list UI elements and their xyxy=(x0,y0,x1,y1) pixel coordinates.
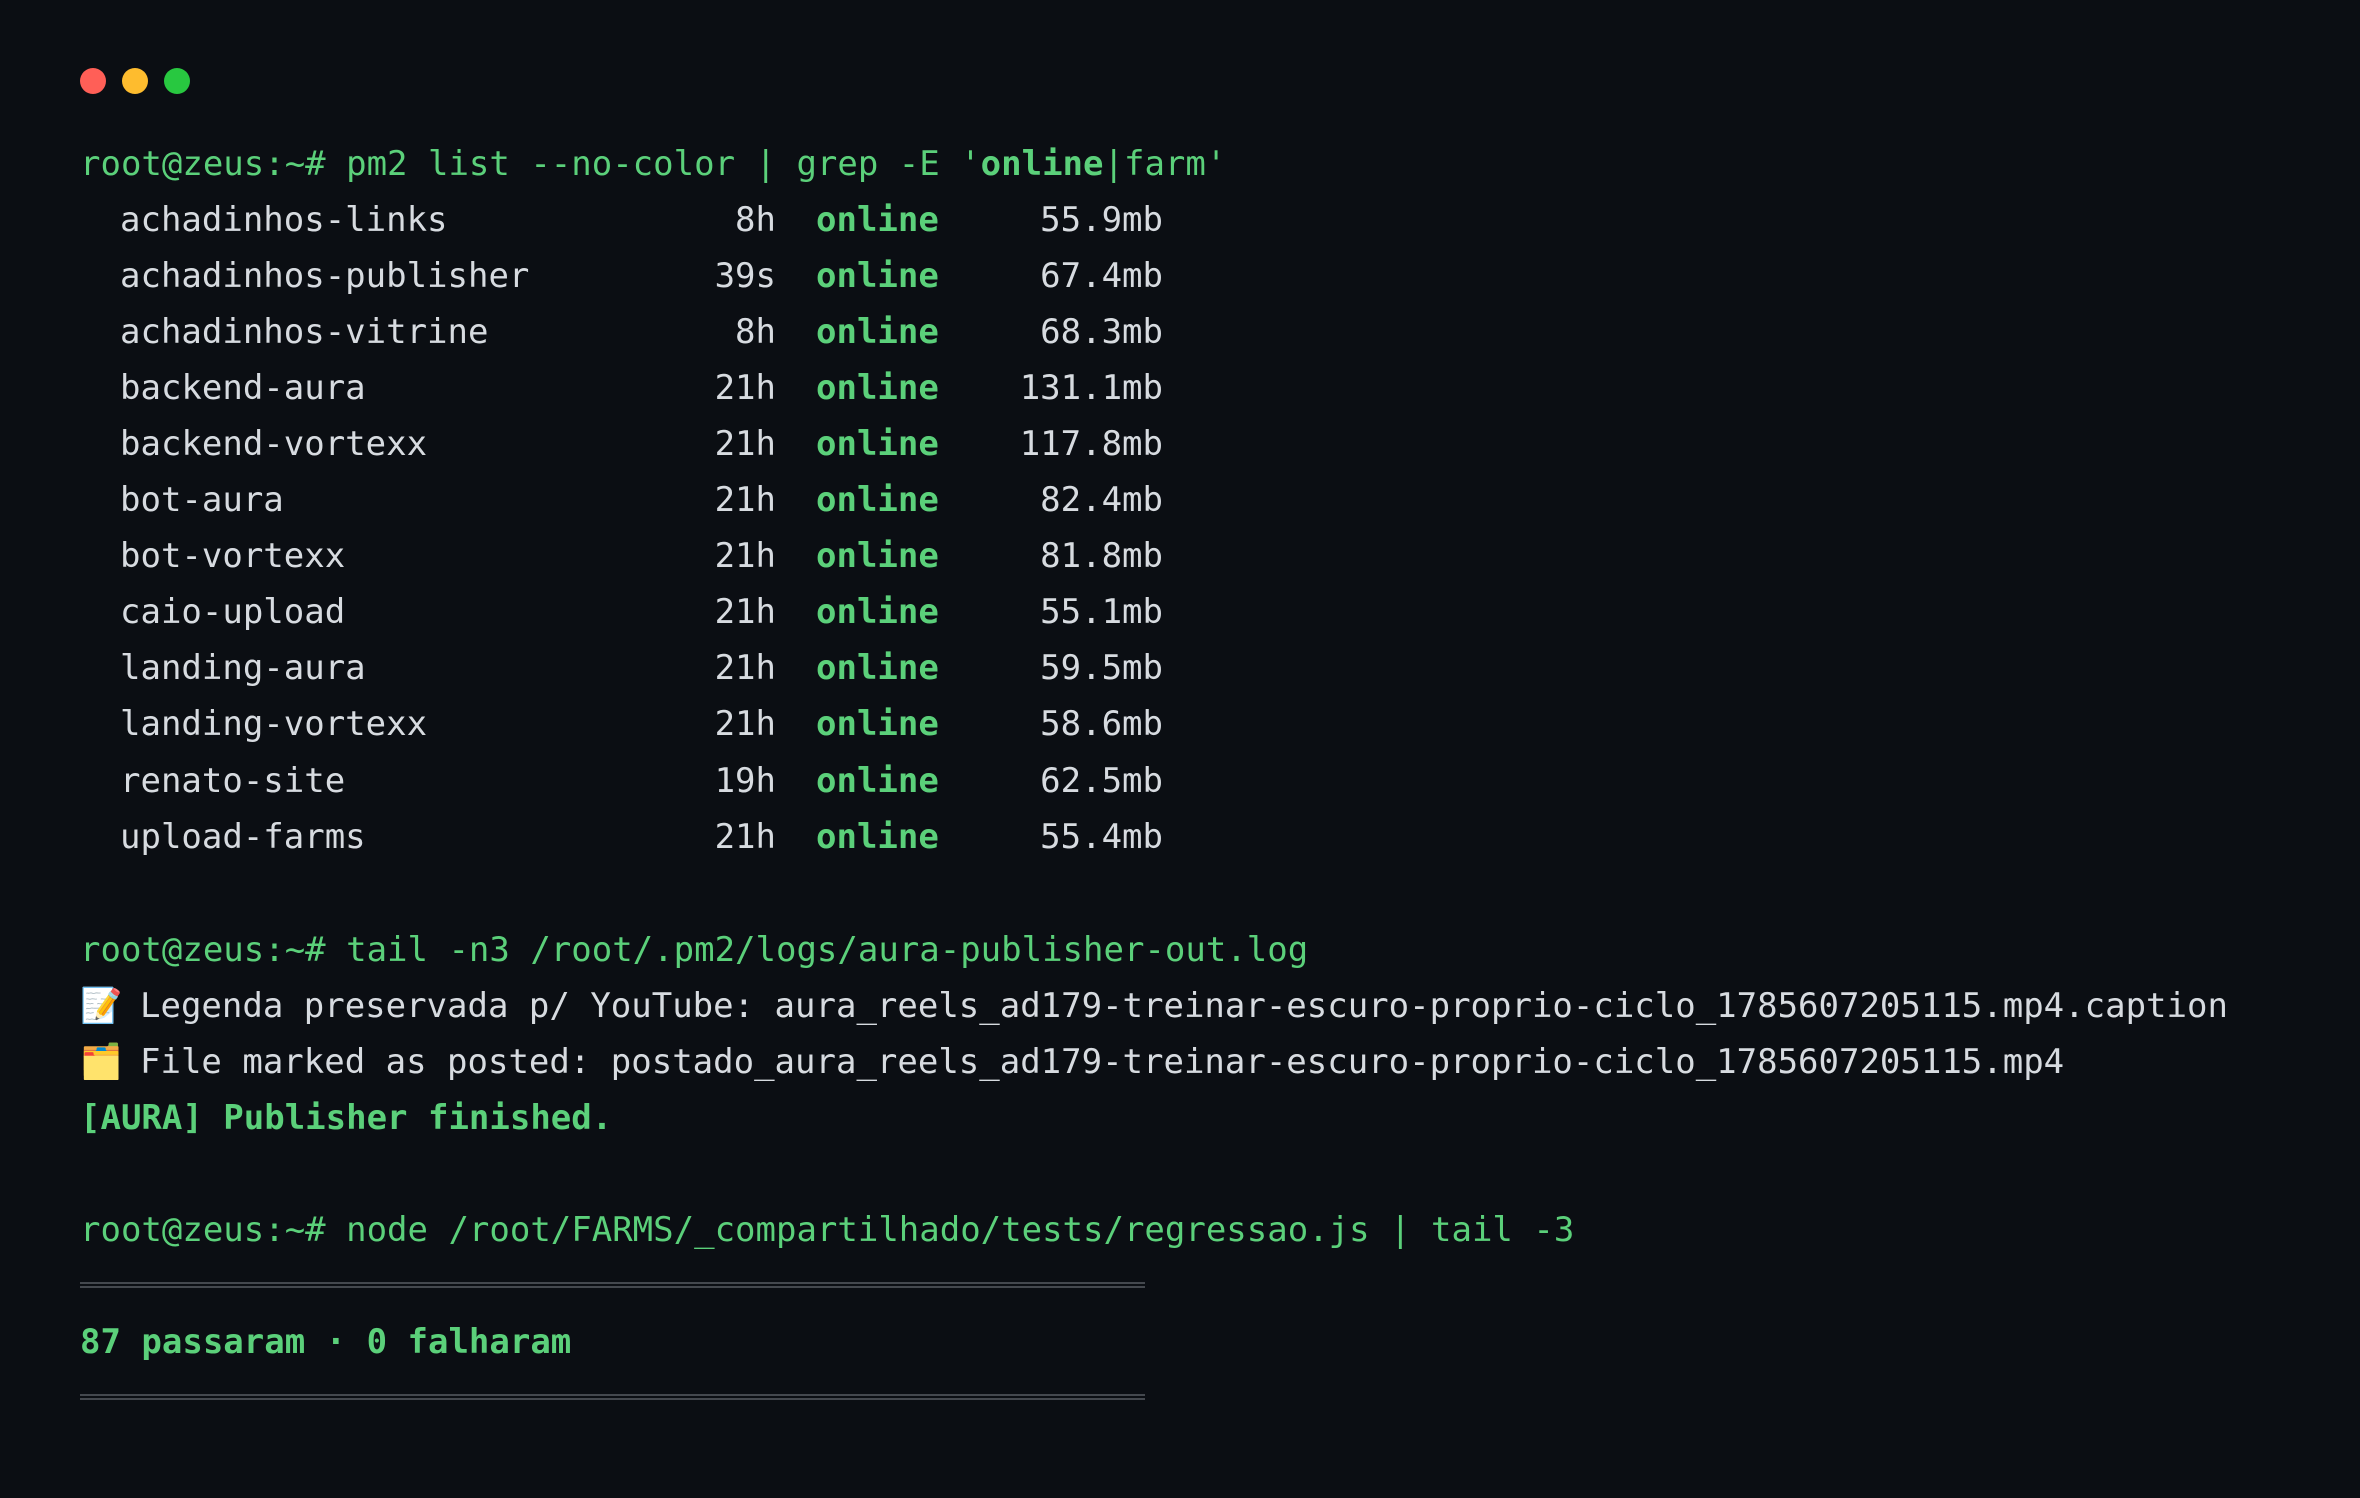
process-memory: 59.5mb xyxy=(1040,648,1163,688)
process-memory: 82.4mb xyxy=(1040,480,1163,520)
shell-prompt: root@zeus:~# xyxy=(80,144,326,184)
process-memory: 68.3mb xyxy=(1040,312,1163,352)
maximize-window-button[interactable] xyxy=(164,68,190,94)
command-text: pm2 list --no-color | grep -E ' xyxy=(325,144,981,184)
process-row: backend-vortexx 21h online 117.8mb xyxy=(120,416,1220,472)
process-row: achadinhos-links 8h online 55.9mb xyxy=(120,192,1220,248)
shell-prompt: root@zeus:~# xyxy=(80,1210,326,1250)
process-memory: 55.9mb xyxy=(1040,200,1163,240)
process-memory: 62.5mb xyxy=(1040,761,1163,801)
process-row: bot-vortexx 21h online 81.8mb xyxy=(120,528,1220,584)
log-text: Legenda preservada p/ YouTube: aura_reel… xyxy=(140,986,2228,1026)
process-memory: 117.8mb xyxy=(1019,424,1163,464)
process-memory: 55.4mb xyxy=(1040,817,1163,857)
process-memory: 58.6mb xyxy=(1040,704,1163,744)
card-index-dividers-icon: 🗂️ xyxy=(80,1042,123,1082)
log-line: 📝 Legenda preservada p/ YouTube: aura_ree… xyxy=(80,978,2228,1034)
separator-rule xyxy=(80,1394,1145,1400)
close-window-button[interactable] xyxy=(80,68,106,94)
separator-rule xyxy=(80,1282,1145,1288)
memo-icon: 📝 xyxy=(80,986,123,1026)
process-row: upload-farms 21h online 55.4mb xyxy=(120,809,1220,865)
command-line: root@zeus:~# node /root/FARMS/_compartil… xyxy=(80,1202,1574,1258)
process-row: landing-aura 21h online 59.5mb xyxy=(120,640,1220,696)
command-line: root@zeus:~# tail -n3 /root/.pm2/logs/au… xyxy=(80,922,1308,978)
command-text-highlight: online xyxy=(980,144,1104,184)
process-row: renato-site 19h online 62.5mb xyxy=(120,753,1220,809)
shell-prompt: root@zeus:~# xyxy=(80,930,326,970)
command-text: node /root/FARMS/_compartilhado/tests/re… xyxy=(325,1210,1575,1250)
minimize-window-button[interactable] xyxy=(122,68,148,94)
log-text: File marked as posted: postado_aura_reel… xyxy=(140,1042,2065,1082)
command-text: tail -n3 /root/.pm2/logs/aura-publisher-… xyxy=(325,930,1309,970)
window-controls xyxy=(80,68,190,94)
process-row: landing-vortexx 21h online 58.6mb xyxy=(120,696,1220,752)
process-row: achadinhos-vitrine 8h online 68.3mb xyxy=(120,304,1220,360)
terminal-window: root@zeus:~# pm2 list --no-color | grep … xyxy=(0,0,2360,1498)
test-summary: 87 passaram · 0 falharam xyxy=(80,1322,572,1362)
command-line: root@zeus:~# pm2 list --no-color | grep … xyxy=(80,136,1226,192)
publisher-status: [AURA] Publisher finished. xyxy=(80,1098,613,1138)
process-row: bot-aura 21h online 82.4mb xyxy=(120,472,1220,528)
process-memory: 131.1mb xyxy=(1019,368,1163,408)
process-memory: 81.8mb xyxy=(1040,536,1163,576)
process-row: caio-upload 21h online 55.1mb xyxy=(120,584,1220,640)
process-memory: 55.1mb xyxy=(1040,592,1163,632)
command-text: |farm' xyxy=(1103,144,1227,184)
log-line: 🗂️ File marked as posted: postado_aura_re… xyxy=(80,1034,2064,1090)
process-memory: 67.4mb xyxy=(1040,256,1163,296)
process-row: achadinhos-publisher 39s online 67.4mb xyxy=(120,248,1220,304)
process-row: backend-aura 21h online 131.1mb xyxy=(120,360,1220,416)
